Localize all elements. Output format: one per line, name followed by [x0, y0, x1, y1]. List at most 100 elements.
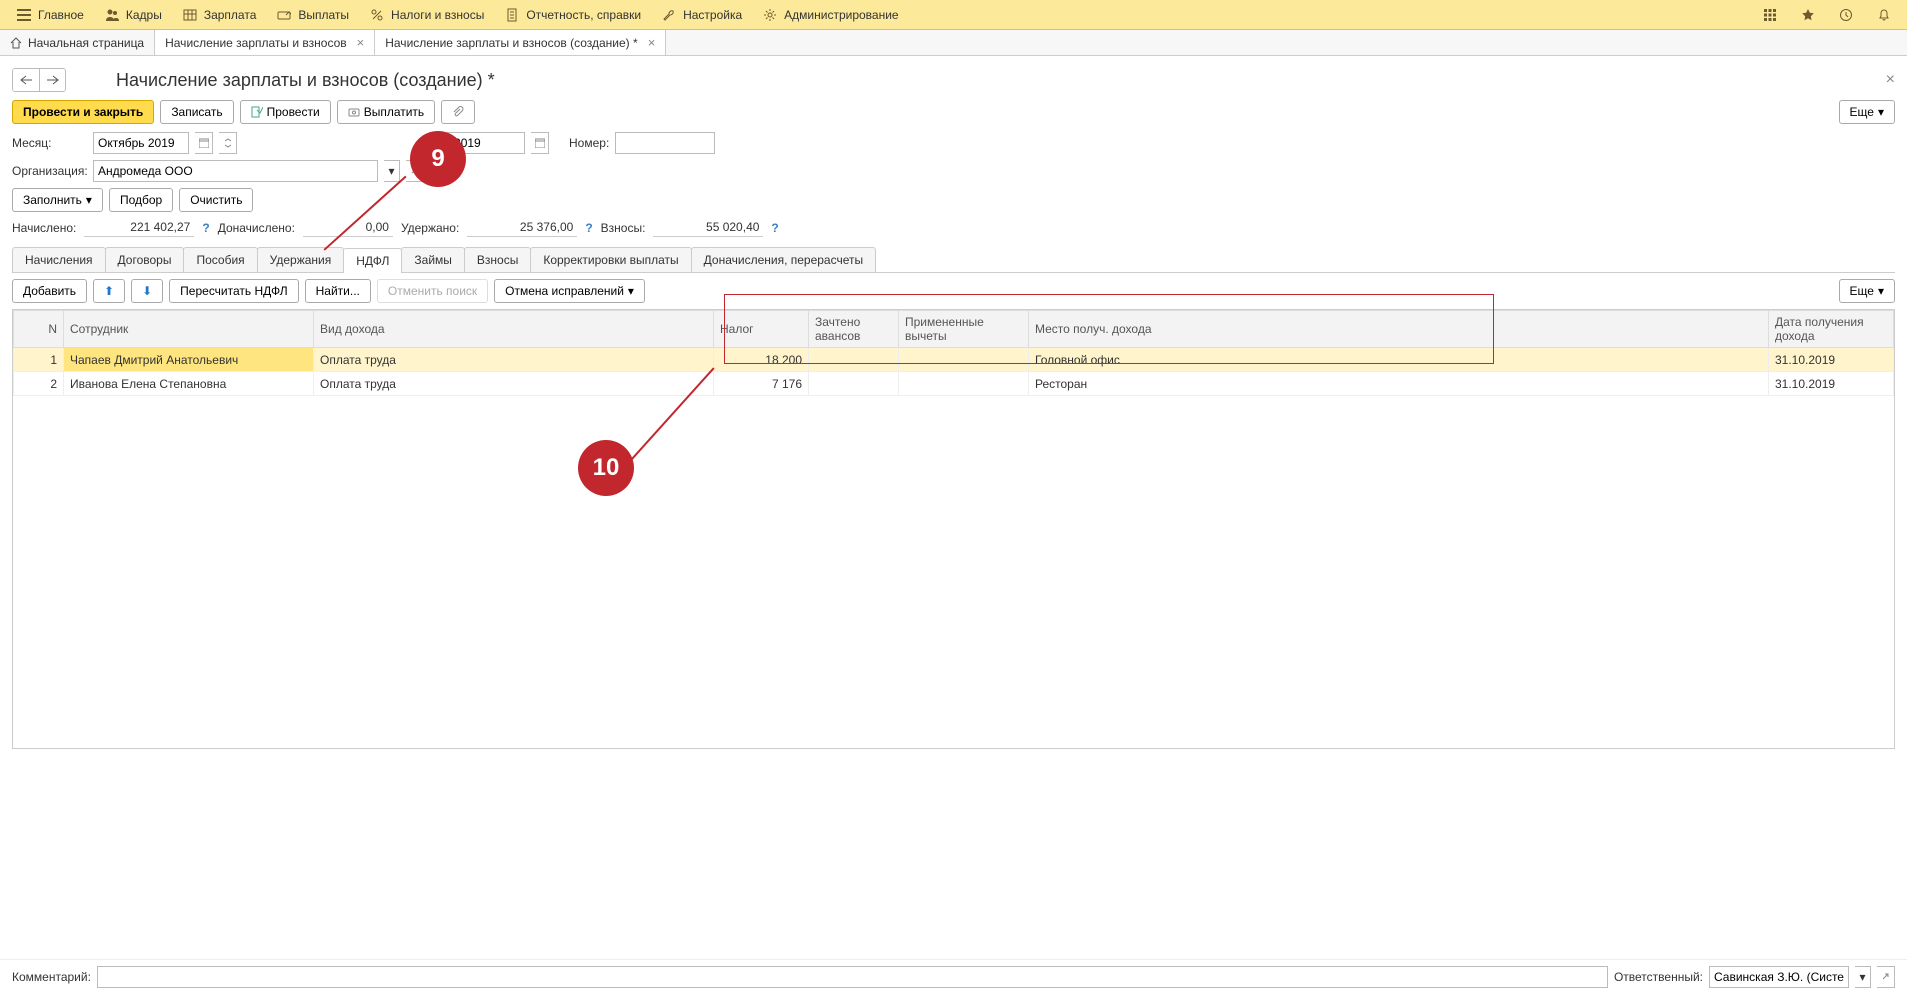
th-date[interactable]: Дата получения дохода: [1769, 311, 1894, 348]
more-button[interactable]: Еще ▾: [1839, 100, 1895, 124]
payout-button[interactable]: Выплатить: [337, 100, 436, 124]
inner-tab-6[interactable]: Взносы: [464, 247, 531, 272]
menu-taxes-label: Налоги и взносы: [391, 8, 484, 22]
month-calendar-btn[interactable]: [195, 132, 213, 154]
footer: Комментарий: Ответственный: ▾: [0, 959, 1907, 994]
accrued-label: Начислено:: [12, 221, 76, 235]
chevron-down-icon: ▾: [86, 193, 92, 207]
table-wrap: N Сотрудник Вид дохода Налог Зачтено ава…: [12, 309, 1895, 749]
menu-payments[interactable]: Выплаты: [266, 0, 359, 29]
move-up-button[interactable]: ⬆: [93, 279, 125, 303]
tab-doc2[interactable]: Начисление зарплаты и взносов (создание)…: [375, 30, 666, 55]
write-button[interactable]: Записать: [160, 100, 233, 124]
inner-tab-8[interactable]: Доначисления, перерасчеты: [691, 247, 876, 272]
post-button[interactable]: Провести: [240, 100, 331, 124]
gear-icon: [762, 7, 778, 23]
inner-tab-3[interactable]: Удержания: [257, 247, 345, 272]
close-icon[interactable]: ×: [648, 35, 656, 50]
th-n[interactable]: N: [14, 311, 64, 348]
menu-salary[interactable]: Зарплата: [172, 0, 267, 29]
close-icon[interactable]: ×: [357, 35, 365, 50]
clear-button[interactable]: Очистить: [179, 188, 253, 212]
form-row-org: Организация: ▾: [12, 160, 1895, 182]
resp-input[interactable]: [1709, 966, 1849, 988]
cell-employee: Иванова Елена Степановна: [64, 372, 314, 396]
menu-admin-label: Администрирование: [784, 8, 898, 22]
menu-salary-label: Зарплата: [204, 8, 257, 22]
add-button[interactable]: Добавить: [12, 279, 87, 303]
contrib-label: Взносы:: [601, 221, 646, 235]
inner-tab-5[interactable]: Займы: [401, 247, 465, 272]
org-dropdown[interactable]: ▾: [384, 160, 400, 182]
inner-tab-7[interactable]: Корректировки выплаты: [530, 247, 691, 272]
comment-label: Комментарий:: [12, 970, 91, 984]
inner-tabs: НачисленияДоговорыПособияУдержанияНДФЛЗа…: [12, 247, 1895, 273]
sub-more-button[interactable]: Еще ▾: [1839, 279, 1895, 303]
history-icon[interactable]: [1829, 8, 1863, 22]
tab-home[interactable]: Начальная страница: [0, 30, 155, 55]
nav-back[interactable]: [13, 69, 39, 91]
nav-forward[interactable]: [39, 69, 65, 91]
month-spin-btn[interactable]: [219, 132, 237, 154]
find-button[interactable]: Найти...: [305, 279, 371, 303]
arrow-up-icon: ⬆: [104, 284, 114, 298]
help-icon[interactable]: ?: [771, 221, 778, 235]
apps-icon[interactable]: [1753, 8, 1787, 22]
table-row[interactable]: 1Чапаев Дмитрий АнатольевичОплата труда1…: [14, 348, 1894, 372]
menu-settings-label: Настройка: [683, 8, 742, 22]
bell-icon[interactable]: [1867, 8, 1901, 22]
inner-tab-2[interactable]: Пособия: [183, 247, 257, 272]
tab-doc1[interactable]: Начисление зарплаты и взносов ×: [155, 30, 375, 55]
th-advance[interactable]: Зачтено авансов: [809, 311, 899, 348]
form-row-fill: Заполнить ▾ Подбор Очистить: [12, 188, 1895, 212]
comment-input[interactable]: [97, 966, 1608, 988]
post-icon: [251, 106, 263, 118]
table-row[interactable]: 2Иванова Елена СтепановнаОплата труда7 1…: [14, 372, 1894, 396]
post-close-button[interactable]: Провести и закрыть: [12, 100, 154, 124]
menu-main[interactable]: Главное: [6, 0, 94, 29]
help-icon[interactable]: ?: [202, 221, 209, 235]
cell-advance: [809, 372, 899, 396]
org-input[interactable]: [93, 160, 378, 182]
callout-9: 9: [410, 131, 466, 187]
attach-button[interactable]: [441, 100, 475, 124]
page-title: Начисление зарплаты и взносов (создание)…: [116, 70, 495, 91]
cell-date: 31.10.2019: [1769, 348, 1894, 372]
cancel-fix-button[interactable]: Отмена исправлений ▾: [494, 279, 645, 303]
number-input[interactable]: [615, 132, 715, 154]
cell-n: 1: [14, 348, 64, 372]
menu-reports[interactable]: Отчетность, справки: [494, 0, 651, 29]
th-tax[interactable]: Налог: [714, 311, 809, 348]
cell-advance: [809, 348, 899, 372]
inner-tab-1[interactable]: Договоры: [105, 247, 185, 272]
pick-button[interactable]: Подбор: [109, 188, 173, 212]
resp-dropdown[interactable]: ▾: [1855, 966, 1871, 988]
recalc-button[interactable]: Пересчитать НДФЛ: [169, 279, 298, 303]
move-down-button[interactable]: ⬇: [131, 279, 163, 303]
th-employee[interactable]: Сотрудник: [64, 311, 314, 348]
menu-staff[interactable]: Кадры: [94, 0, 172, 29]
close-page[interactable]: ×: [1886, 71, 1895, 89]
inner-tab-4[interactable]: НДФЛ: [343, 248, 402, 273]
star-icon[interactable]: [1791, 8, 1825, 22]
resp-open-btn[interactable]: [1877, 966, 1895, 988]
cell-tax: 18 200: [714, 348, 809, 372]
th-deductions[interactable]: Примененные вычеты: [899, 311, 1029, 348]
help-icon[interactable]: ?: [585, 221, 592, 235]
month-input[interactable]: [93, 132, 189, 154]
menu-settings[interactable]: Настройка: [651, 0, 752, 29]
inner-tab-0[interactable]: Начисления: [12, 247, 106, 272]
cell-income-type: Оплата труда: [314, 372, 714, 396]
date-calendar-btn[interactable]: [531, 132, 549, 154]
th-income-type[interactable]: Вид дохода: [314, 311, 714, 348]
month-label: Месяц:: [12, 136, 87, 150]
withheld-value: 25 376,00: [467, 218, 577, 237]
menu-taxes[interactable]: Налоги и взносы: [359, 0, 494, 29]
cancel-fix-label: Отмена исправлений: [505, 284, 624, 298]
top-menu: Главное Кадры Зарплата Выплаты Налоги и …: [0, 0, 1907, 30]
th-place[interactable]: Место получ. дохода: [1029, 311, 1769, 348]
fill-button[interactable]: Заполнить ▾: [12, 188, 103, 212]
cell-income-type: Оплата труда: [314, 348, 714, 372]
menu-admin[interactable]: Администрирование: [752, 0, 908, 29]
resp-label: Ответственный:: [1614, 970, 1703, 984]
